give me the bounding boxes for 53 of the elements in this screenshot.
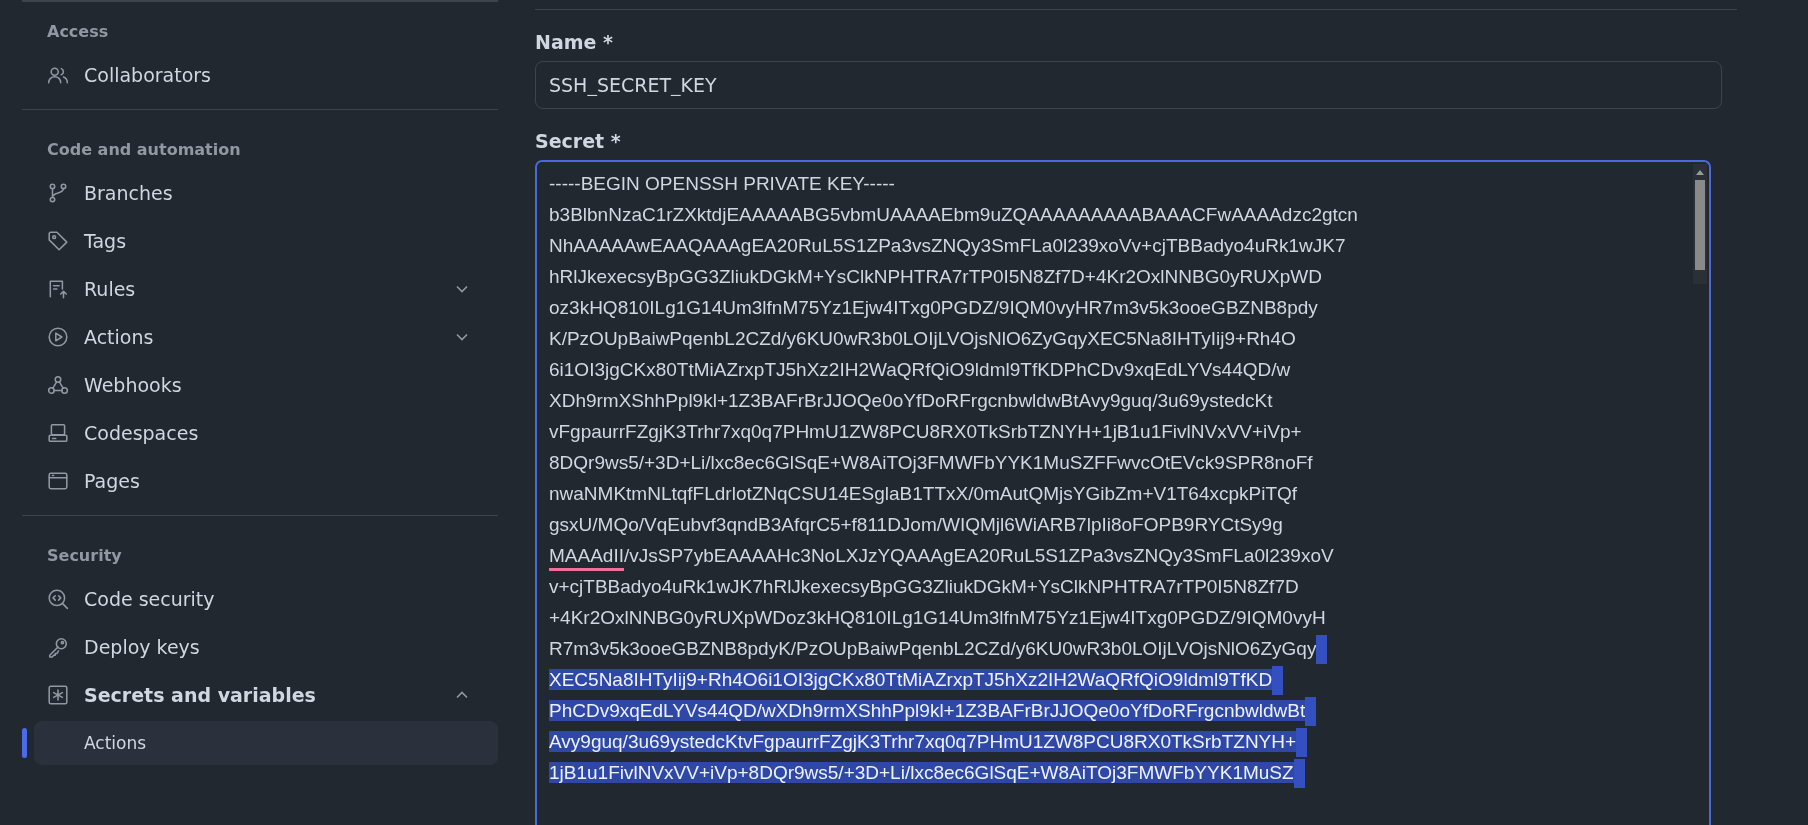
section-heading: Access [46,21,109,43]
people-icon [47,64,69,86]
sidebar-item[interactable]: Code security [22,575,510,623]
sidebar-subitem[interactable]: Actions [34,721,498,765]
sidebar-item[interactable]: Pages [22,457,510,505]
key-text-line: +4Kr2OxlNNBG0yRUXpWDoz3kHQ810ILg1G14Um3lfnM75Yz1Ejw4ITxg0PGDZ/9IQM0vyH [549,606,1326,630]
field-label: Name * [535,31,613,53]
sidebar-item[interactable]: Webhooks [22,361,510,409]
key-text-line: NhAAAAAwEAAQAAAgEA20RuL5S1ZPa3vsZNQy3SmFLa0l239xoVv+cjTBBadyo4uRk1wJK7 [549,234,1346,258]
document-arrow-icon [47,278,69,300]
sidebar-item[interactable]: Secrets and variables [22,671,510,719]
branch-icon [47,182,69,204]
computer-icon [47,422,69,444]
key-text-line: MAAAdII/vJsSP7ybEAAAAHc3NoLXJzYQAAAgEA20RuL5S1ZPa3vsZNQy3SmFLa0l239xoV [549,540,1334,571]
key-text-line: 6i1OI3jgCKx80TtMiAZrxpTJ5hXz2IH2WaQRfQiO9ldml9TfKDPhCDv9xqEdLYVs44QD/w [549,358,1291,382]
scroll-up-icon[interactable] [1695,168,1705,176]
sidebar-item[interactable]: Rules [22,265,510,313]
browser-window-icon [47,470,69,492]
sidebar-item[interactable]: Codespaces [22,409,510,457]
key-text-line: R7m3v5k3ooeGBZNB8pdyK/PzOUpBaiwPqenbL2CZd/y6KU0wR3b0LOIjLVOjsNlO6ZyGqy [549,633,1328,665]
key-text-line: b3BlbnNzaC1rZXktdjEAAAAABG5vbmUAAAAEbm9uZQAAAAAAAAABAAACFwAAAAdzc2gtcn [549,203,1358,227]
key-text-line: gsxU/MQo/VqEubvf3qndB3AfqrC5+f811DJom/WIQMjl6WiARB7lpIi8oFOPB9RYCtSy9g [549,513,1283,537]
key-text-line: oz3kHQ810ILg1G14Um3lfnM75Yz1Ejw4ITxg0PGDZ/9IQM0vyHR7m3v5k3ooeGBZNB8pdy [549,296,1318,320]
key-text-line: XDh9rmXShhPpl9kl+1Z3BAFrBrJJOQe0oYfDoRFrgcnbwldwBtAvy9guq/3u69ystedcKt [549,389,1273,413]
sidebar-item[interactable]: Actions [22,313,510,361]
key-text-line: PhCDv9xqEdLYVs44QD/wXDh9rmXShhPpl9kl+1Z3BAFrBrJJOQe0oYfDoRFrgcnbwldwBt [549,695,1317,727]
active-indicator [22,728,27,758]
key-text-line: -----BEGIN OPENSSH PRIVATE KEY----- [549,172,895,196]
key-icon [47,636,69,658]
webhook-icon [47,374,69,396]
asterisk-icon [47,684,69,706]
play-icon [47,326,69,348]
key-text-line: K/PzOUpBaiwPqenbL2CZd/y6KU0wR3b0LOIjLVOjsNlO6ZyGqyXEC5Na8IHTyIij9+Rh4O [549,327,1296,351]
key-text-line: XEC5Na8IHTyIij9+Rh4O6i1OI3jgCKx80TtMiAZrxpTJ5hXz2IH2WaQRfQiO9ldml9TfKD [549,664,1284,696]
section-heading: Security [46,545,122,567]
key-text-line: 8DQr9ws5/+3D+Li/lxc8ec6GlSqE+W8AiTOj3FMWFbYYK1MuSZFFwvcOtEVck9SPR8noFf [549,451,1313,475]
name-field[interactable]: SSH_SECRET_KEY [535,61,1722,109]
sidebar-item[interactable]: Tags [22,217,510,265]
key-text-line: vFgpaurrFZgjK3Trhr7xq0q7PHmU1ZW8PCU8RX0TkSrbTZNYH+1jB1u1FivlNVxVV+iVp+ [549,420,1302,444]
key-text-line: nwaNMKtmNLtqfFLdrlotZNqCSU14ESglaB1TTxX/0mAutQMjsYGibZm+V1T64xcpkPiTQf [549,482,1298,506]
section-heading: Code and automation [46,139,241,161]
tag-icon [47,230,69,252]
field-label: Secret * [535,130,621,152]
sidebar-item[interactable]: Deploy keys [22,623,510,671]
key-text-line: 1jB1u1FivlNVxVV+iVp+8DQr9ws5/+3D+Li/lxc8ec6GlSqE+W8AiTOj3FMWFbYYK1MuSZ [549,757,1305,789]
sidebar-item[interactable]: Collaborators [22,51,510,99]
secret-field[interactable] [535,160,1711,825]
key-text-line: v+cjTBBadyo4uRk1wJK7hRlJkexecsyBpGG3ZliukDGkM+YsClkNPHTRA7rTP0I5N8Zf7D [549,575,1299,599]
key-text-line: hRlJkexecsyBpGG3ZliukDGkM+YsClkNPHTRA7rTP0I5N8Zf7D+4Kr2OxlNNBG0yRUXpWD [549,265,1322,289]
key-text-line: Avy9guq/3u69ystedcKtvFgpaurrFZgjK3Trhr7xq0q7PHmU1ZW8PCU8RX0TkSrbTZNYH+ [549,726,1308,758]
code-search-icon [47,588,69,610]
sidebar-item[interactable]: Branches [22,169,510,217]
scrollbar[interactable] [1693,164,1707,284]
